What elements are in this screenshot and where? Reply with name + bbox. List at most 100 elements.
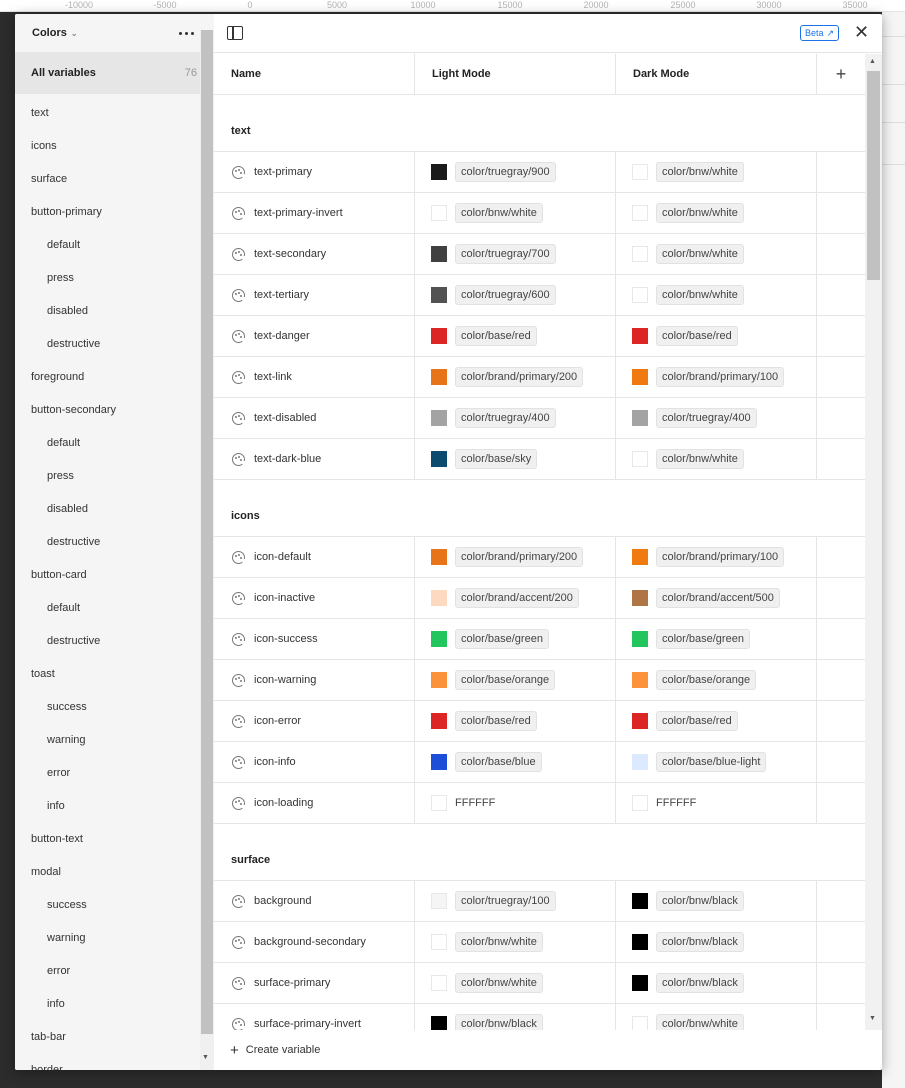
color-swatch[interactable] <box>431 795 447 811</box>
color-swatch[interactable] <box>632 246 648 262</box>
table-row[interactable]: text-primary-invert color/bnw/white color/… <box>214 193 865 234</box>
color-swatch[interactable] <box>632 631 648 647</box>
variable-name-cell[interactable]: text-dark-blue <box>214 439 415 479</box>
sidebar-item-press[interactable]: press <box>15 459 214 492</box>
variable-name-cell[interactable]: text-tertiary <box>214 275 415 315</box>
sidebar-item-all-variables[interactable]: All variables 76 <box>15 52 214 94</box>
variable-value-dark[interactable]: color/truegray/400 <box>616 398 817 438</box>
color-swatch[interactable] <box>431 369 447 385</box>
color-swatch[interactable] <box>431 287 447 303</box>
sidebar-scrollbar-thumb[interactable] <box>201 30 213 1034</box>
variable-value-light[interactable]: color/brand/primary/200 <box>415 357 616 397</box>
sidebar-item-text[interactable]: text <box>15 96 214 129</box>
variable-value-light[interactable]: color/truegray/600 <box>415 275 616 315</box>
more-options-icon[interactable] <box>175 28 198 39</box>
variable-name-cell[interactable]: text-danger <box>214 316 415 356</box>
variable-value-dark[interactable]: color/bnw/white <box>616 1004 817 1030</box>
table-row[interactable]: icon-default color/brand/primary/200 color… <box>214 537 865 578</box>
table-row[interactable]: text-tertiary color/truegray/600 color/bnw… <box>214 275 865 316</box>
color-swatch[interactable] <box>632 713 648 729</box>
color-swatch[interactable] <box>632 205 648 221</box>
color-swatch[interactable] <box>431 410 447 426</box>
column-header-light-mode[interactable]: Light Mode <box>415 54 616 94</box>
variable-value-dark[interactable]: color/base/orange <box>616 660 817 700</box>
variable-name-cell[interactable]: icon-warning <box>214 660 415 700</box>
variable-value-light[interactable]: color/base/sky <box>415 439 616 479</box>
table-row[interactable]: background color/truegray/100 color/bnw/bl… <box>214 881 865 922</box>
color-swatch[interactable] <box>632 1016 648 1030</box>
table-row[interactable]: text-secondary color/truegray/700 color/bn… <box>214 234 865 275</box>
variable-value-light[interactable]: color/truegray/400 <box>415 398 616 438</box>
sidebar-item-default[interactable]: default <box>15 591 214 624</box>
variable-value-light[interactable]: color/brand/accent/200 <box>415 578 616 618</box>
table-row[interactable]: surface-primary-invert color/bnw/black col… <box>214 1004 865 1030</box>
color-swatch[interactable] <box>632 975 648 991</box>
variable-value-light[interactable]: color/truegray/900 <box>415 152 616 192</box>
color-swatch[interactable] <box>431 672 447 688</box>
color-swatch[interactable] <box>632 451 648 467</box>
table-row[interactable]: icon-loading FFFFFF FFFFFF <box>214 783 865 824</box>
table-row[interactable]: text-disabled color/truegray/400 color/tru… <box>214 398 865 439</box>
variable-value-light[interactable]: color/bnw/black <box>415 1004 616 1030</box>
variable-value-dark[interactable]: FFFFFF <box>616 783 817 823</box>
color-swatch[interactable] <box>632 893 648 909</box>
color-swatch[interactable] <box>431 754 447 770</box>
table-row[interactable]: text-primary color/truegray/900 color/bnw/… <box>214 152 865 193</box>
table-row[interactable]: text-link color/brand/primary/200 color/br… <box>214 357 865 398</box>
color-swatch[interactable] <box>632 754 648 770</box>
color-swatch[interactable] <box>431 934 447 950</box>
variable-value-dark[interactable]: color/bnw/white <box>616 193 817 233</box>
variable-value-dark[interactable]: color/bnw/white <box>616 439 817 479</box>
color-swatch[interactable] <box>431 549 447 565</box>
collection-selector[interactable]: Colors ⌄ <box>32 27 78 39</box>
color-swatch[interactable] <box>632 934 648 950</box>
variable-name-cell[interactable]: background <box>214 881 415 921</box>
table-row[interactable]: surface-primary color/bnw/white color/bnw/… <box>214 963 865 1004</box>
sidebar-item-modal[interactable]: modal <box>15 855 214 888</box>
sidebar-item-foreground[interactable]: foreground <box>15 360 214 393</box>
color-swatch[interactable] <box>431 590 447 606</box>
table-row[interactable]: icon-error color/base/red color/base/red <box>214 701 865 742</box>
variable-value-light[interactable]: FFFFFF <box>415 783 616 823</box>
variable-name-cell[interactable]: icon-error <box>214 701 415 741</box>
add-mode-button[interactable]: + <box>817 54 865 94</box>
create-variable-button[interactable]: + Create variable <box>214 1030 882 1070</box>
variable-value-dark[interactable]: color/brand/accent/500 <box>616 578 817 618</box>
variable-name-cell[interactable]: icon-info <box>214 742 415 782</box>
color-swatch[interactable] <box>632 287 648 303</box>
variable-value-dark[interactable]: color/bnw/black <box>616 881 817 921</box>
color-swatch[interactable] <box>431 205 447 221</box>
color-swatch[interactable] <box>632 549 648 565</box>
variable-value-light[interactable]: color/bnw/white <box>415 193 616 233</box>
table-row[interactable]: icon-warning color/base/orange color/base/… <box>214 660 865 701</box>
variable-name-cell[interactable]: text-secondary <box>214 234 415 274</box>
variable-value-dark[interactable]: color/base/red <box>616 701 817 741</box>
color-swatch[interactable] <box>632 410 648 426</box>
color-swatch[interactable] <box>431 328 447 344</box>
variable-value-dark[interactable]: color/bnw/white <box>616 234 817 274</box>
variable-name-cell[interactable]: icon-inactive <box>214 578 415 618</box>
variable-value-light[interactable]: color/bnw/white <box>415 963 616 1003</box>
sidebar-item-error[interactable]: error <box>15 756 214 789</box>
variable-name-cell[interactable]: text-primary-invert <box>214 193 415 233</box>
close-icon[interactable]: ✕ <box>854 23 869 41</box>
sidebar-item-surface[interactable]: surface <box>15 162 214 195</box>
sidebar-item-button-primary[interactable]: button-primary <box>15 195 214 228</box>
color-swatch[interactable] <box>632 328 648 344</box>
variable-value-dark[interactable]: color/bnw/black <box>616 963 817 1003</box>
variable-value-dark[interactable]: color/brand/primary/100 <box>616 357 817 397</box>
table-row[interactable]: icon-success color/base/green color/base/g… <box>214 619 865 660</box>
sidebar-item-press[interactable]: press <box>15 261 214 294</box>
sidebar-item-button-text[interactable]: button-text <box>15 822 214 855</box>
variable-name-cell[interactable]: icon-success <box>214 619 415 659</box>
variable-value-light[interactable]: color/base/orange <box>415 660 616 700</box>
table-row[interactable]: text-danger color/base/red color/base/red <box>214 316 865 357</box>
scroll-down-arrow-icon[interactable]: ▼ <box>869 1015 876 1022</box>
variable-name-cell[interactable]: surface-primary <box>214 963 415 1003</box>
sidebar-item-icons[interactable]: icons <box>15 129 214 162</box>
color-swatch[interactable] <box>431 451 447 467</box>
beta-badge[interactable]: Beta ↗ <box>800 25 840 41</box>
sidebar-item-default[interactable]: default <box>15 228 214 261</box>
sidebar-item-error[interactable]: error <box>15 954 214 987</box>
sidebar-item-info[interactable]: info <box>15 987 214 1020</box>
